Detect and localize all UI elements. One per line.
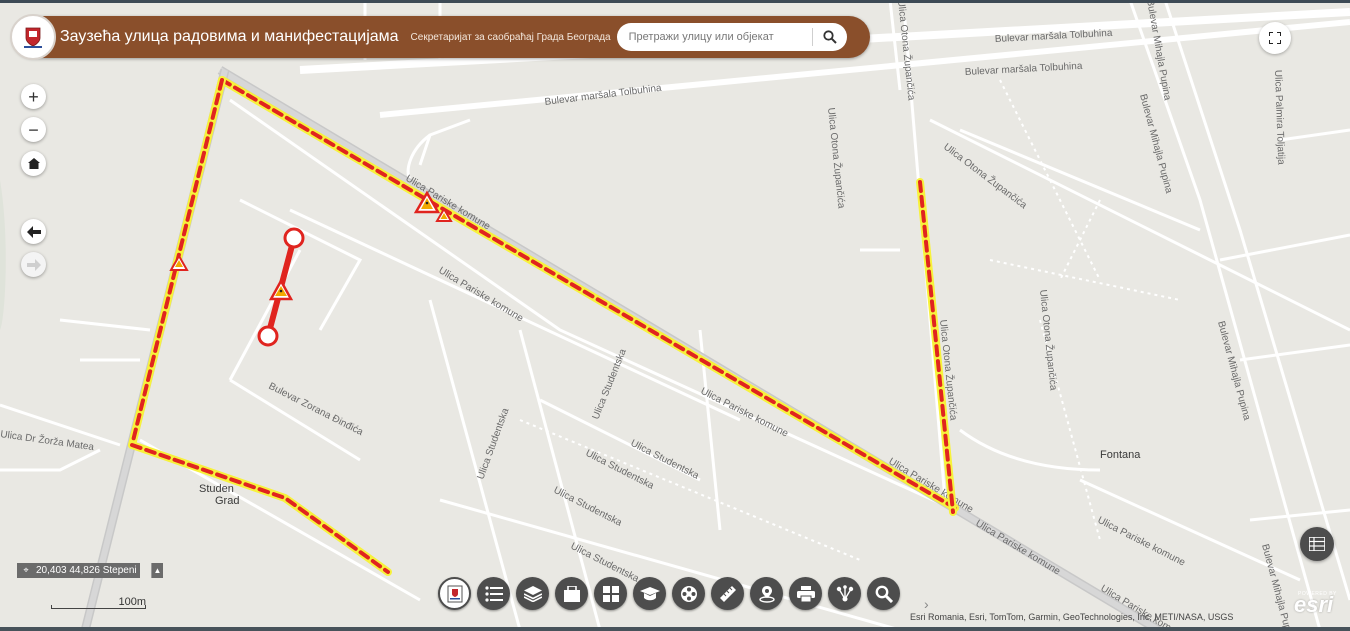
basemap[interactable]: Bulevar maršala Tolbuhina Bulevar maršal…	[0, 0, 1350, 631]
table-list-icon	[1309, 537, 1325, 551]
ruler-icon	[719, 585, 736, 602]
fullscreen-icon	[1269, 32, 1281, 44]
zoom-out-button[interactable]: −	[21, 117, 46, 142]
coordinate-value: 20,403 44,826 Stepeni	[36, 565, 137, 576]
graduation-widget-button[interactable]	[633, 577, 666, 610]
fullscreen-button[interactable]	[1259, 22, 1291, 54]
label-studentski-grad-1: Studen	[199, 483, 234, 495]
map-attribution: Esri Romania, Esri, TomTom, Garmin, GeoT…	[910, 612, 1234, 622]
app-title: Заузећа улица радовима и манифестацијама	[60, 28, 399, 45]
minus-icon: −	[28, 119, 39, 140]
home-icon	[27, 158, 40, 169]
chevron-up-icon[interactable]: ▲	[151, 563, 163, 578]
search-icon	[875, 585, 893, 603]
city-logo[interactable]	[10, 14, 56, 60]
share-widget-button[interactable]	[828, 577, 861, 610]
graduation-icon	[639, 586, 660, 600]
basemap-widget-button[interactable]	[555, 577, 588, 610]
search-icon	[823, 30, 837, 44]
toolbar-next-chevron-icon[interactable]: ›	[924, 596, 929, 612]
print-icon	[796, 585, 815, 602]
city-crest-icon	[24, 27, 42, 48]
film-widget-button[interactable]	[672, 577, 705, 610]
label-fontana: Fontana	[1100, 449, 1141, 461]
closure-endpoint-marker[interactable]	[283, 227, 305, 249]
location-widget-button[interactable]	[750, 577, 783, 610]
plus-icon: +	[28, 86, 39, 107]
legend-button[interactable]	[1300, 527, 1334, 561]
film-reel-icon	[680, 585, 697, 602]
home-button[interactable]	[21, 151, 46, 176]
arrow-right-icon	[26, 258, 41, 271]
basemap-gallery-icon	[563, 585, 580, 602]
location-icon	[758, 585, 775, 603]
search-input[interactable]	[616, 23, 812, 51]
search-button[interactable]	[813, 23, 847, 51]
widget-toolbar	[438, 577, 900, 610]
share-icon	[836, 584, 853, 601]
search-box	[616, 23, 847, 51]
app-subtitle: Секретаријат за саобраћај Града Београда	[410, 31, 611, 43]
previous-extent-button[interactable]	[21, 219, 46, 244]
next-extent-button[interactable]	[21, 252, 46, 277]
layers-widget-button[interactable]	[516, 577, 549, 610]
esri-logo[interactable]: esri	[1294, 592, 1333, 618]
list-widget-button[interactable]	[477, 577, 510, 610]
arrow-left-icon	[26, 225, 41, 238]
closure-endpoint-marker[interactable]	[257, 325, 279, 347]
app-header: Заузећа улица радовима и манифестацијама…	[10, 14, 870, 60]
scale-bar-label: 100m	[118, 596, 146, 608]
label-studentski-grad-2: Grad	[215, 495, 239, 507]
bottom-strip	[0, 627, 1350, 631]
crosshair-icon: ⌖	[23, 565, 29, 575]
coordinate-widget[interactable]: ⌖ 20,403 44,826 Stepeni ▲	[17, 563, 163, 578]
logo-icon	[447, 585, 462, 602]
list-icon	[484, 585, 503, 602]
zoom-in-button[interactable]: +	[21, 84, 46, 109]
grid-widget-button[interactable]	[594, 577, 627, 610]
layers-icon	[523, 585, 542, 602]
measure-widget-button[interactable]	[711, 577, 744, 610]
about-widget-button[interactable]	[438, 577, 471, 610]
search-widget-button[interactable]	[867, 577, 900, 610]
top-strip	[0, 0, 1350, 3]
print-widget-button[interactable]	[789, 577, 822, 610]
scale-bar: 100m	[51, 596, 146, 609]
grid-icon	[602, 585, 619, 602]
